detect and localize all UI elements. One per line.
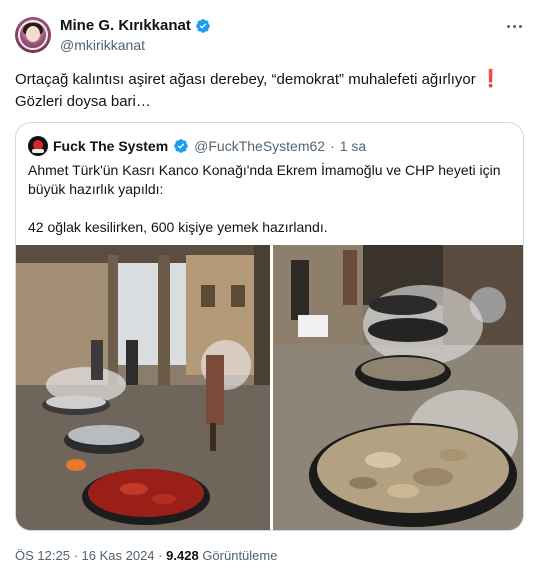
quoted-author-handle[interactable]: @FuckTheSystem62 (194, 138, 325, 154)
quoted-paragraph-2: 42 oğlak kesilirken, 600 kişiye yemek ha… (28, 219, 328, 235)
quoted-time[interactable]: 1 sa (340, 138, 366, 154)
media-photo-courtyard[interactable] (16, 245, 270, 530)
separator-dot: · (158, 548, 163, 563)
separator-dot: · (73, 548, 78, 563)
quoted-text: Ahmet Türk'ün Kasrı Kanco Konağı'nda Ekr… (28, 161, 513, 237)
dot (518, 24, 522, 28)
quoted-paragraph-1: Ahmet Türk'ün Kasrı Kanco Konağı'nda Ekr… (28, 162, 501, 197)
tweet-text-line2: Gözleri doysa bari… (15, 93, 151, 110)
author-name[interactable]: Mine G. Kırıkkanat (60, 16, 191, 36)
quoted-tweet-header: Fuck The System @FuckTheSystem62 · 1 sa (28, 136, 366, 156)
tweet-text: Ortaçağ kalıntısı aşiret ağası derebey, … (15, 68, 530, 113)
tweet-text-line1: Ortaçağ kalıntısı aşiret ağası derebey, … (15, 68, 530, 91)
verified-badge-icon (196, 19, 210, 33)
author-handle[interactable]: @mkirikkanat (60, 36, 145, 54)
cauldron-meat-image (273, 245, 523, 530)
courtyard-cooking-image (16, 245, 270, 530)
tweet-text-main: Ortaçağ kalıntısı aşiret ağası derebey, … (15, 71, 476, 88)
media-photo-cauldrons[interactable] (273, 245, 523, 530)
views-label: Görüntüleme (202, 548, 278, 563)
quoted-author-name[interactable]: Fuck The System (53, 138, 168, 154)
verified-badge-icon (174, 139, 188, 153)
tweet-meta: ÖS 12:25 · 16 Kas 2024 · 9.428 Görüntüle… (15, 547, 277, 565)
author-avatar[interactable] (15, 17, 51, 53)
more-options-icon[interactable] (504, 18, 524, 34)
author-name-row[interactable]: Mine G. Kırıkkanat (60, 16, 211, 36)
exclamation-emoji-icon: ❗ (479, 69, 502, 88)
views-count: 9.428 (166, 548, 199, 563)
avatar-face (26, 26, 40, 42)
tweet-date[interactable]: 16 Kas 2024 (82, 548, 155, 563)
separator-dot: · (330, 138, 335, 154)
quoted-author-avatar[interactable] (28, 136, 48, 156)
tweet-time[interactable]: ÖS 12:25 (15, 548, 70, 563)
dot (506, 24, 510, 28)
quoted-tweet[interactable]: Fuck The System @FuckTheSystem62 · 1 sa … (15, 122, 524, 531)
dot (512, 24, 516, 28)
